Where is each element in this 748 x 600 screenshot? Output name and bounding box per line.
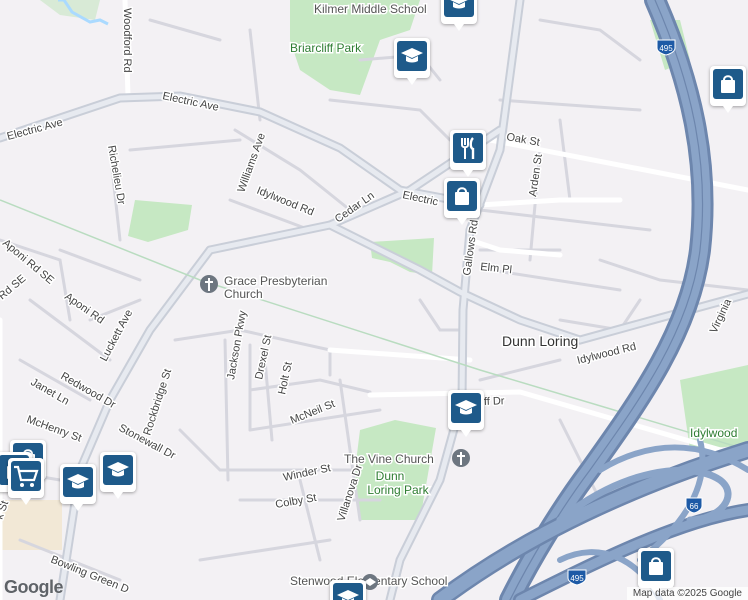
- label-winder-st: Winder St: [282, 462, 332, 484]
- label-vine-church: The Vine Church: [344, 452, 434, 466]
- label-drexel-st: Drexel St: [253, 334, 274, 381]
- google-logo[interactable]: Google: [4, 577, 64, 598]
- shopping-pin[interactable]: [638, 548, 674, 595]
- school-pin[interactable]: [441, 0, 477, 31]
- shopping-bag-icon: [721, 75, 735, 93]
- school-pin[interactable]: [394, 38, 430, 85]
- school-icon: [107, 462, 129, 477]
- label-grace-church-1: Grace Presbyterian: [224, 274, 327, 288]
- label-idylwood-rd-2: Idylwood Rd: [576, 341, 638, 367]
- label-kilmer-school: Kilmer Middle School: [314, 2, 427, 16]
- shopping-pin[interactable]: [444, 178, 480, 225]
- school-icon: [337, 590, 359, 600]
- label-ff-dr: ff Dr: [484, 395, 505, 408]
- svg-text:495: 495: [659, 44, 673, 53]
- school-pin[interactable]: [60, 464, 96, 511]
- restaurant-pin[interactable]: [450, 130, 486, 177]
- label-arden-st: Arden St: [527, 153, 545, 197]
- label-briarcliff-park: Briarcliff Park: [290, 41, 362, 55]
- label-rockbridge-st: Rockbridge St: [141, 368, 174, 437]
- label-richelieu-dr: Richelieu Dr: [105, 144, 127, 205]
- shopping-bag-icon: [649, 557, 663, 575]
- map-canvas[interactable]: 495 495 66 Woodford Rd Electric Ave Elec…: [0, 0, 748, 600]
- church-icon[interactable]: [200, 275, 218, 293]
- shopping-cart-icon: [14, 465, 39, 487]
- church-icon[interactable]: [452, 449, 470, 467]
- label-gallows-rd: Gallows Rd: [461, 219, 481, 276]
- shopping-cart-pin[interactable]: [8, 458, 44, 505]
- label-dunn-loring-park-1: Dunn: [376, 469, 405, 483]
- label-aponi-rd-se: Aponi Rd SE: [0, 237, 56, 287]
- shopping-pin[interactable]: [710, 66, 746, 113]
- school-icon: [450, 0, 468, 9]
- school-pin[interactable]: [448, 390, 484, 437]
- label-mcneil-st: McNeil St: [289, 398, 337, 427]
- label-woodford-rd: Woodford Rd: [121, 8, 133, 73]
- label-idylwood: Idylwood: [690, 426, 737, 440]
- map-attribution[interactable]: Map data ©2025 Google: [626, 587, 748, 600]
- restaurant-icon: [461, 137, 475, 159]
- shield-495-top: 495: [656, 39, 676, 56]
- shield-66: 66: [685, 497, 703, 514]
- svg-text:495: 495: [570, 574, 584, 583]
- label-rd-se: Rd SE: [0, 273, 28, 303]
- school-icon: [455, 400, 477, 415]
- svg-text:66: 66: [690, 502, 699, 511]
- label-holt-st: Holt St: [276, 361, 295, 396]
- label-dunn-loring-park-2: Loring Park: [367, 483, 429, 497]
- label-elm-pl: Elm Pl: [480, 261, 513, 276]
- shield-495-bottom: 495: [567, 569, 587, 586]
- school-pin[interactable]: [330, 580, 366, 600]
- label-jackson-pkwy: Jackson Pkwy: [225, 309, 249, 380]
- shopping-bag-icon: [455, 187, 469, 205]
- label-dunn-loring: Dunn Loring: [502, 333, 578, 349]
- school-pin[interactable]: [100, 452, 136, 499]
- school-icon: [67, 474, 89, 489]
- map-layer: 495 495 66 Woodford Rd Electric Ave Elec…: [0, 0, 748, 600]
- label-colby-st: Colby St: [274, 492, 317, 511]
- label-redwood-dr: Redwood Dr: [59, 370, 118, 411]
- school-icon: [401, 48, 423, 63]
- label-grace-church-2: Church: [224, 287, 263, 301]
- label-electric-ave-2: Electric Ave: [6, 116, 64, 142]
